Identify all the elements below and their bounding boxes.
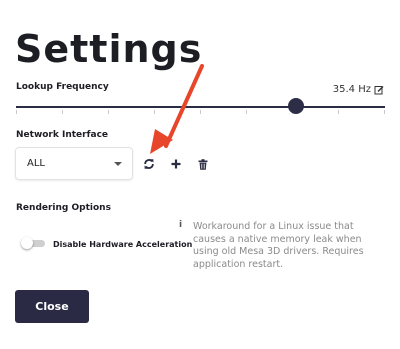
close-button[interactable]: Close — [15, 290, 89, 323]
slider-tick — [338, 110, 339, 114]
lookup-frequency-label: Lookup Frequency — [16, 82, 109, 92]
toggle-knob — [21, 237, 33, 249]
annotation-arrow — [150, 64, 204, 154]
slider-tick — [16, 110, 17, 114]
slider-thumb[interactable] — [288, 98, 305, 114]
edit-icon[interactable] — [374, 85, 384, 95]
slider-tick — [62, 110, 63, 114]
chevron-down-icon — [114, 162, 122, 166]
slider-tick — [384, 110, 385, 114]
select-value: ALL — [27, 158, 45, 169]
network-interface-label: Network Interface — [16, 130, 109, 140]
frequency-value-text: 35.4 Hz — [332, 84, 371, 95]
info-icon: i — [179, 220, 183, 230]
hardware-acceleration-toggle[interactable] — [21, 237, 45, 250]
frequency-value: 35.4 Hz — [333, 84, 384, 95]
toggle-label: Disable Hardware Acceleration — [53, 240, 193, 249]
slider-tick — [108, 110, 109, 114]
network-interface-select[interactable]: ALL — [15, 147, 133, 180]
slider-tick — [246, 110, 247, 114]
rendering-options-label: Rendering Options — [16, 203, 111, 213]
info-text: Workaround for a Linux issue that causes… — [193, 221, 364, 270]
